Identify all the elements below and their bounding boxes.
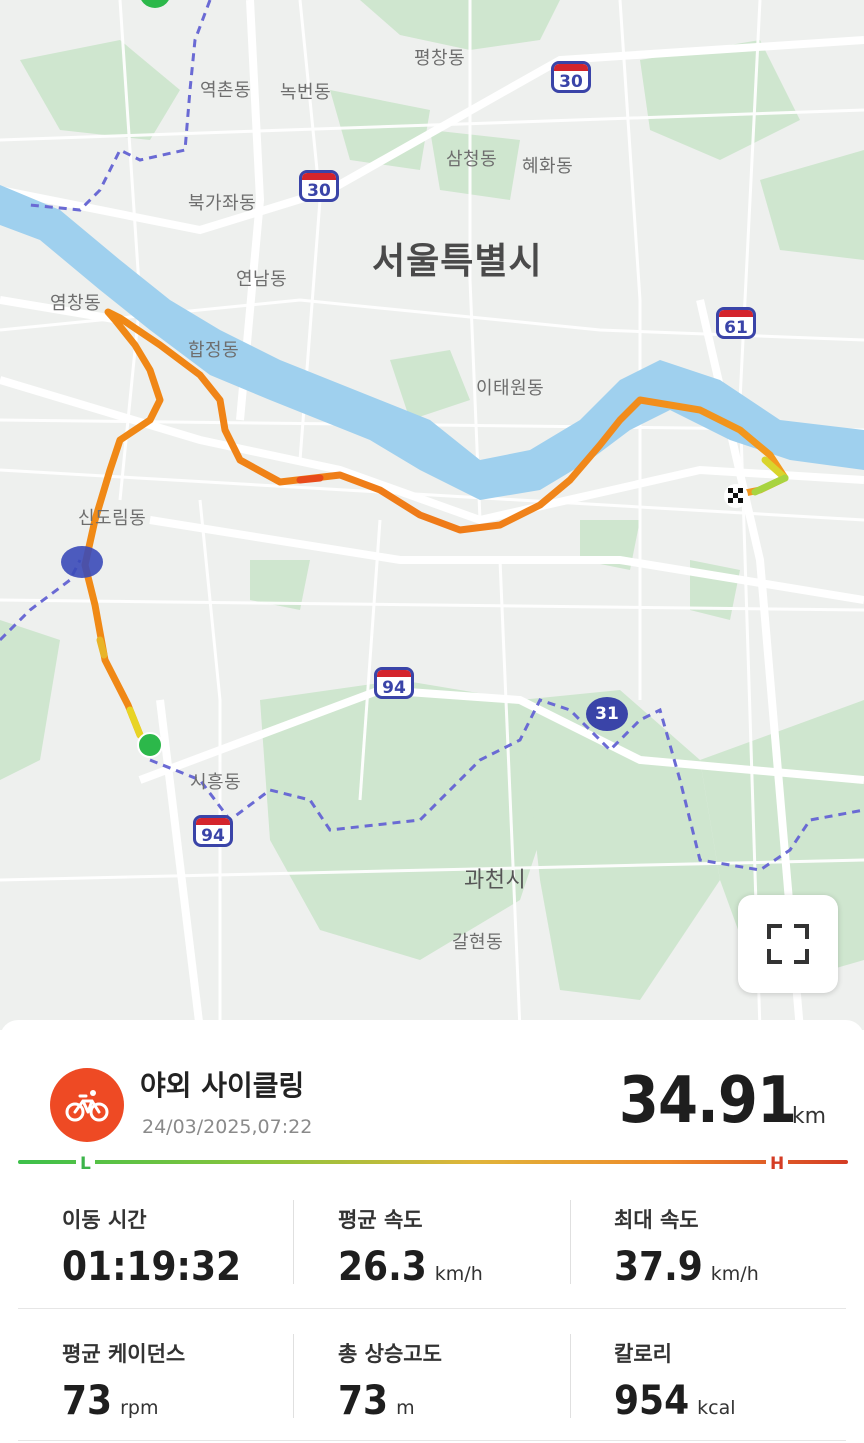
activity-date: 24/03/2025,07:22 [142, 1116, 313, 1138]
stat-avg-cadence: 평균 케이던스 73 rpm [62, 1338, 185, 1424]
divider [18, 1440, 846, 1441]
stat-value: 01:19:32 [62, 1244, 242, 1290]
activity-type-badge [50, 1068, 124, 1142]
stat-max-speed: 최대 속도 37.9 km/h [614, 1204, 759, 1290]
divider [293, 1334, 294, 1418]
divider [570, 1334, 571, 1418]
stat-value: 73 [62, 1378, 113, 1424]
stat-avg-speed: 평균 속도 26.3 km/h [338, 1204, 483, 1290]
stat-label: 평균 속도 [338, 1208, 423, 1232]
map-label-gwacheon: 과천시 [464, 868, 527, 893]
distance-unit: km [791, 1104, 826, 1129]
stat-value: 26.3 [338, 1244, 427, 1290]
stat-unit: m [396, 1397, 415, 1419]
speed-scale-bar [18, 1160, 848, 1164]
map-label-siheung: 시흥동 [190, 772, 242, 793]
route-map[interactable]: 평창동 역촌동 녹번동 삼청동 혜화동 북가좌동 서울특별시 연남동 염창동 합… [0, 0, 864, 1030]
stat-value: 954 [614, 1378, 690, 1424]
divider [293, 1200, 294, 1284]
map-label-yeomchang: 염창동 [50, 293, 102, 314]
total-distance: 34.91 [618, 1064, 797, 1138]
route-shield-30: 30 [551, 61, 591, 93]
divider [570, 1200, 571, 1284]
activity-title: 야외 사이클링 [140, 1069, 305, 1102]
map-label-hyehwa: 혜화동 [522, 156, 574, 177]
map-label-sindorim: 신도림동 [78, 508, 147, 529]
stat-value: 73 [338, 1378, 389, 1424]
expand-map-button[interactable] [738, 895, 838, 993]
route-shield-31: 31 [586, 697, 628, 731]
map-label-nokbeon: 녹번동 [280, 82, 332, 103]
map-label-itaewon: 이태원동 [476, 378, 545, 399]
map-label-yeokchon: 역촌동 [200, 80, 252, 101]
expand-icon [767, 924, 809, 964]
map-label-bukgajwa: 북가좌동 [188, 193, 257, 214]
activity-summary-sheet: 야외 사이클링 24/03/2025,07:22 34.91 km L H 이동… [0, 1020, 864, 1443]
scale-high-label: H [766, 1154, 789, 1174]
stat-calories: 칼로리 954 kcal [614, 1338, 736, 1424]
scale-low-label: L [76, 1154, 95, 1174]
map-label-galhyeon: 갈현동 [452, 932, 504, 953]
route-shield-94: 94 [193, 815, 233, 847]
start-marker [137, 732, 163, 758]
stat-label: 최대 속도 [614, 1208, 699, 1232]
waypoint-marker [61, 546, 103, 578]
stat-unit: rpm [120, 1397, 159, 1419]
divider [18, 1308, 846, 1309]
stat-unit: kcal [697, 1397, 736, 1419]
map-label-hapjeong: 합정동 [188, 340, 240, 361]
map-label-yeonnam: 연남동 [236, 269, 288, 290]
stat-unit: km/h [710, 1263, 759, 1285]
route-shield-61: 61 [716, 307, 756, 339]
stat-value: 37.9 [614, 1244, 703, 1290]
finish-flag-icon [724, 484, 748, 508]
map-label-samcheong: 삼청동 [446, 149, 498, 170]
stat-label: 이동 시간 [62, 1208, 147, 1232]
stat-label: 평균 케이던스 [62, 1342, 186, 1366]
route-shield-30: 30 [299, 170, 339, 202]
stat-elevation-gain: 총 상승고도 73 m [338, 1338, 442, 1424]
stat-unit: km/h [434, 1263, 483, 1285]
map-label-pyeongchang: 평창동 [414, 48, 466, 69]
stat-label: 총 상승고도 [338, 1342, 442, 1366]
map-label-seoul: 서울특별시 [372, 241, 543, 282]
stat-label: 칼로리 [614, 1342, 672, 1366]
route-shield-94: 94 [374, 667, 414, 699]
bicycle-icon [65, 1090, 109, 1122]
stat-moving-time: 이동 시간 01:19:32 [62, 1204, 249, 1290]
